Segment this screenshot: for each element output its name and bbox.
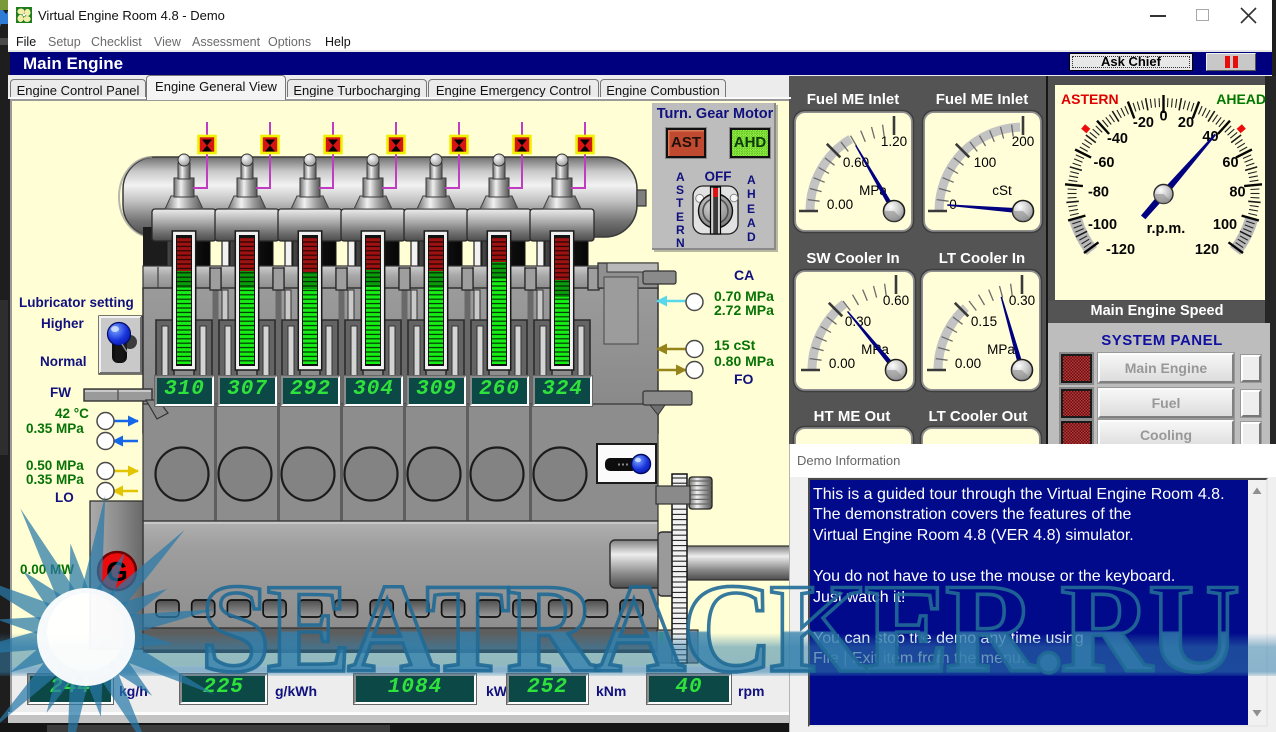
svg-text:SEATRACKER.RU: SEATRACKER.RU [200,559,1240,699]
